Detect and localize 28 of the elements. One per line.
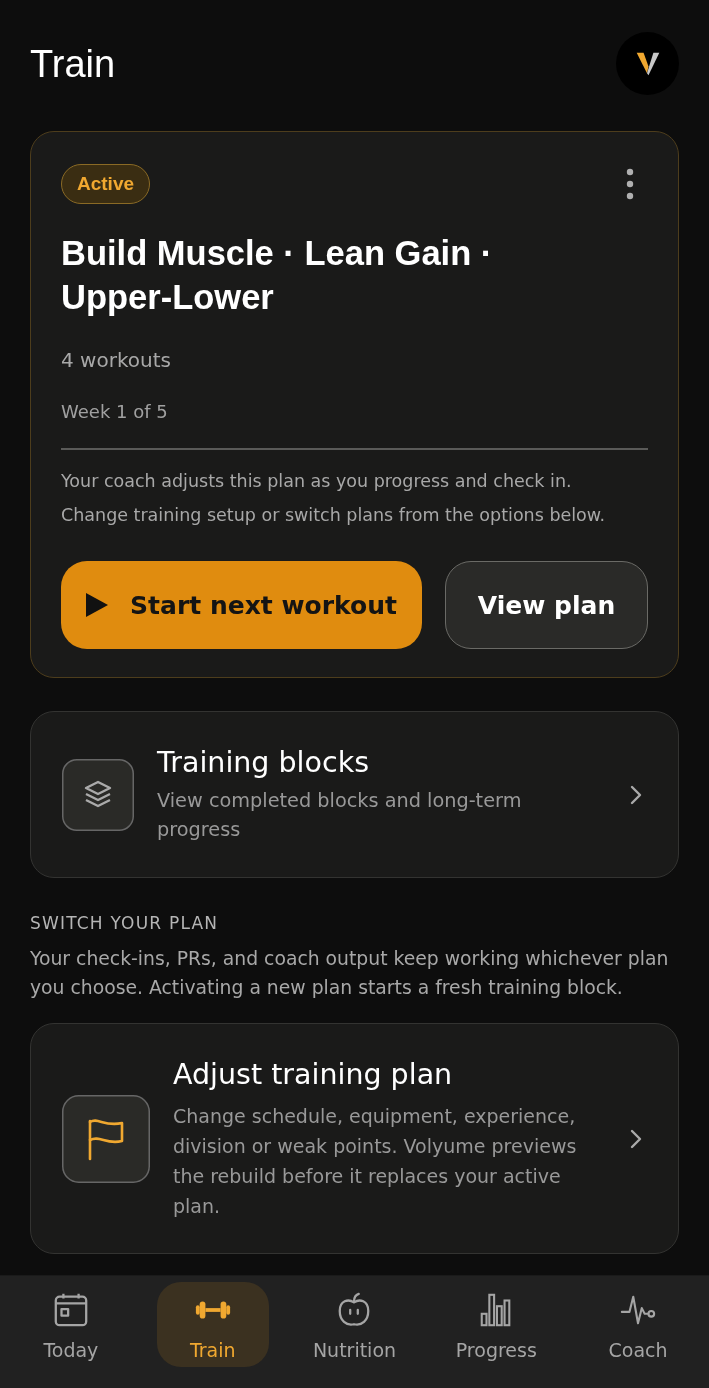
chevron-right-icon — [630, 784, 642, 805]
plan-title: Build Muscle · Lean Gain · Upper-Lower — [61, 233, 494, 318]
start-workout-button[interactable]: Start next workout — [61, 561, 422, 649]
plan-description: Your coach adjusts this plan as you progress and check in. Change training setup or switch plans from the options below. — [61, 470, 607, 527]
nav-tab[interactable]: Nutrition — [298, 1282, 411, 1367]
option-title: Adjust training plan — [173, 1056, 454, 1093]
section-description: Your check-ins, PRs, and coach output keep working whichever plan you choose. Activating a new plan starts a fresh training block. — [30, 947, 670, 1000]
status-badge: Active — [61, 163, 151, 204]
flag-icon — [62, 1094, 150, 1183]
chevron-right-icon — [630, 1128, 642, 1149]
option-description: Change schedule, equipment, experience, division or weak points. Volyume previews the rebuild before it replaces your active plan. — [173, 1103, 578, 1219]
logo-avatar-icon[interactable] — [616, 32, 679, 95]
more-options-icon[interactable] — [626, 167, 634, 200]
training-blocks-title: Training blocks — [157, 745, 370, 781]
nav-tab[interactable]: Train — [156, 1282, 269, 1367]
nav-tab[interactable]: Today — [14, 1282, 127, 1367]
page-title: Train — [30, 41, 116, 86]
training-blocks-subtitle: View completed blocks and long-term progress — [157, 788, 523, 843]
adjust-plan-card[interactable]: Adjust training plan Change schedule, equipment, experience, division or weak points. Volyume previews the rebuild before it replaces your active plan. — [30, 1023, 679, 1254]
training-blocks-card[interactable]: Training blocks View completed blocks and long-term progress — [30, 711, 679, 878]
workout-count: 4 workouts — [61, 347, 172, 374]
play-icon — [86, 593, 109, 617]
week-label: Week 1 of 5 — [61, 400, 169, 424]
nav-tab[interactable]: Coach — [582, 1282, 695, 1367]
section-heading: SWITCH YOUR PLAN — [30, 912, 220, 935]
view-plan-button[interactable]: View plan — [445, 561, 648, 649]
nav-tab[interactable]: Progress — [440, 1282, 553, 1367]
layers-icon — [62, 758, 134, 831]
